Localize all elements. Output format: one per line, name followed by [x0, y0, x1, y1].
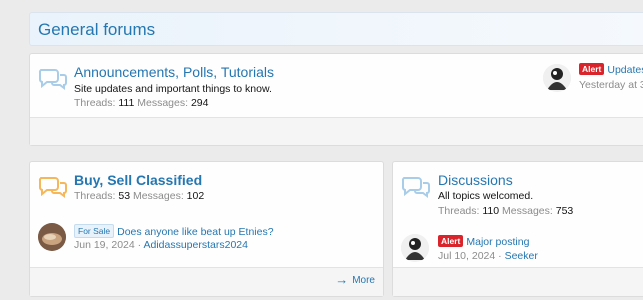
latest-thread-link[interactable]: Alert Updates [579, 63, 643, 76]
latest-thread-link[interactable]: For Sale Does anyone like beat up Etnies? [74, 224, 274, 238]
for-sale-prefix: For Sale [74, 224, 115, 238]
alert-prefix: Alert [438, 235, 464, 247]
messages-label: Messages: [137, 97, 189, 109]
latest-meta: Jun 19, 2024 · Adidassuperstars2024 [74, 239, 248, 251]
messages-count: 102 [186, 190, 205, 202]
latest-thread-title: Major posting [466, 236, 530, 248]
node-footer [30, 117, 643, 145]
latest-meta: Jul 10, 2024 · Seeker [438, 250, 538, 262]
messages-count: 294 [190, 97, 209, 109]
node-stats: Threads: 110 Messages: 753 [438, 205, 573, 217]
chat-bubbles-icon [38, 174, 68, 200]
node-description: All topics welcomed. [438, 190, 534, 202]
more-link[interactable]: → More [335, 272, 375, 287]
chat-bubbles-icon [401, 174, 431, 200]
forum-node-classified: Buy, Sell Classified Threads: 53 Message… [29, 161, 384, 297]
messages-label: Messages: [132, 190, 184, 202]
node-stats: Threads: 53 Messages: 102 [74, 190, 204, 202]
section-title[interactable]: General forums [38, 20, 155, 40]
avatar[interactable] [38, 223, 66, 251]
section-header: General forums [29, 12, 643, 46]
latest-date: Jun 19, 2024 [74, 239, 135, 251]
latest-user-link[interactable]: Adidassuperstars2024 [143, 239, 247, 251]
threads-count: 111 [118, 97, 135, 109]
messages-count: 753 [555, 205, 574, 217]
node-footer [393, 267, 643, 296]
alert-prefix: Alert [579, 63, 605, 75]
latest-user-link[interactable]: Seeker [505, 250, 538, 262]
latest-thread-title: Does anyone like beat up Etnies? [117, 226, 274, 238]
meta-separator: · [498, 250, 502, 262]
node-description: Site updates and important things to kno… [74, 83, 272, 95]
latest-thread-title: Updates [607, 64, 643, 76]
latest-thread-link[interactable]: Alert Major posting [438, 235, 529, 248]
chat-bubbles-icon [38, 66, 68, 92]
node-title[interactable]: Discussions [438, 172, 513, 188]
arrow-right-icon: → [335, 272, 349, 287]
node-title[interactable]: Announcements, Polls, Tutorials [74, 64, 274, 80]
threads-count: 110 [482, 205, 500, 217]
forum-node-announcements: Announcements, Polls, Tutorials Site upd… [29, 53, 643, 146]
threads-count: 53 [118, 190, 131, 202]
meta-separator: · [137, 239, 142, 251]
latest-date: Jul 10, 2024 [438, 250, 496, 262]
node-title[interactable]: Buy, Sell Classified [74, 172, 202, 188]
threads-label: Threads: [74, 97, 116, 109]
messages-label: Messages: [502, 205, 553, 217]
avatar[interactable] [401, 234, 429, 262]
node-footer: → More [30, 267, 383, 296]
threads-label: Threads: [438, 205, 480, 217]
more-label: More [352, 275, 375, 286]
forum-node-discussions: Discussions All topics welcomed. Threads… [392, 161, 643, 297]
threads-label: Threads: [74, 190, 116, 202]
avatar[interactable] [543, 64, 571, 92]
latest-meta: Yesterday at 3 [579, 79, 643, 91]
node-stats: Threads: 111 Messages: 294 [74, 97, 208, 109]
